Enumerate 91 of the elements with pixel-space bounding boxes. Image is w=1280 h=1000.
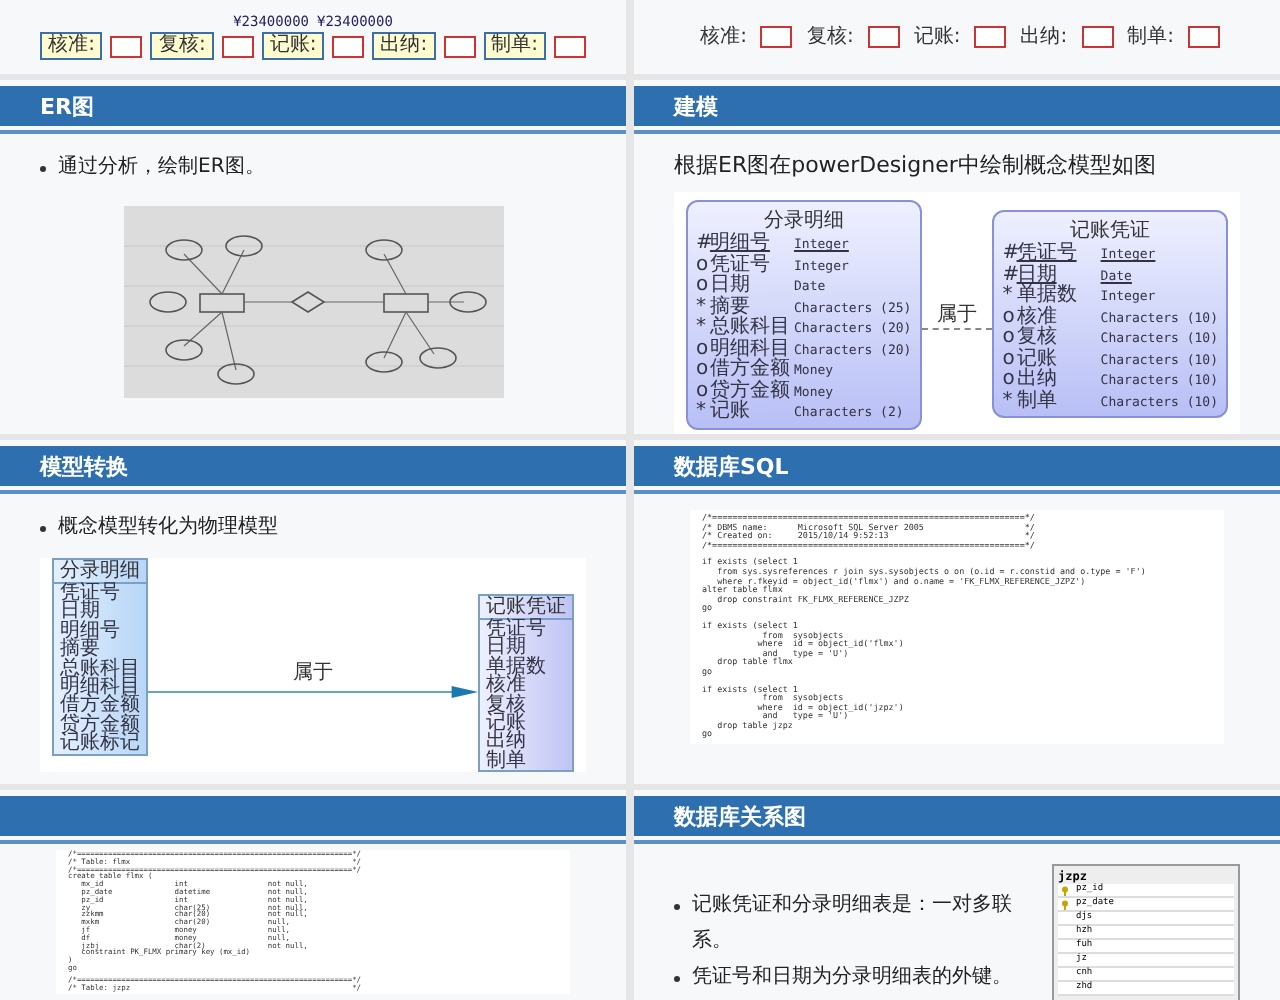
attribute-name: 总账科目 (710, 318, 792, 338)
stamp-icon (110, 35, 143, 57)
slide-text: 根据ER图在powerDesigner中绘制概念模型如图 (674, 150, 1158, 180)
column-name: 记账 (484, 714, 528, 733)
slide-title: 建模 (634, 86, 1280, 126)
attribute-name: 制单 (1016, 391, 1059, 413)
attribute-marker: o (1002, 370, 1017, 391)
bullet-icon (40, 166, 46, 172)
attribute-marker: * (1002, 391, 1015, 413)
attribute-name: 出纳 (1016, 370, 1059, 391)
signature-label: 核准: (698, 25, 749, 49)
attribute-name: 复核 (1016, 328, 1059, 349)
stamp-icon (974, 26, 1007, 48)
table-name: 记账凭证 (480, 596, 572, 620)
stamp-icon (867, 26, 900, 48)
attribute-marker: * (1002, 286, 1015, 308)
attribute-marker: o (696, 255, 710, 276)
attribute-marker: o (1002, 349, 1017, 371)
bullet-icon (674, 976, 680, 982)
column-name: 出纳 (484, 732, 528, 752)
bullet-icon (40, 526, 46, 532)
attribute-name: 日期 (710, 276, 752, 296)
stamp-icon (443, 35, 476, 57)
column-name: 摘要 (58, 640, 100, 660)
attribute-name: 单据数 (1016, 286, 1079, 307)
attribute-name: 凭证号 (1016, 244, 1079, 265)
attribute-marker: # (1002, 244, 1017, 265)
slide-title: ER图 (0, 86, 626, 126)
attribute-marker: * (696, 297, 708, 317)
stamp-icon (760, 26, 793, 48)
column-name: 记账标记 (58, 734, 142, 754)
column-name: 明细号 (58, 621, 122, 641)
attribute-marker: * (696, 402, 708, 423)
bullet-icon (674, 904, 680, 910)
attribute-marker: o (696, 339, 710, 360)
entity-name: 分录明细 (761, 208, 846, 232)
attribute-name: 日期 (1016, 265, 1057, 286)
signature-label: 制单: (483, 32, 546, 60)
relation-label: 属于 (937, 301, 977, 328)
attribute-marker: o (696, 276, 710, 297)
attribute-marker: o (1002, 307, 1017, 329)
stamp-icon (1187, 26, 1220, 48)
signature-label: 复核: (150, 32, 214, 60)
column-name: 单据数 (484, 657, 548, 677)
signature-label: 复核: (804, 25, 856, 49)
attribute-name: 摘要 (710, 297, 750, 317)
attribute-name: 明细号 (710, 234, 772, 254)
column-name: 制单 (484, 751, 528, 771)
signature-label: 核准: (40, 32, 103, 60)
attribute-marker: # (1002, 265, 1017, 286)
slide-title: 数据库关系图 (634, 796, 1280, 836)
signature-label: 记账: (261, 32, 325, 60)
attribute-name: 记账 (710, 402, 752, 423)
relation-label: 属于 (293, 660, 333, 686)
attribute-marker: * (696, 318, 708, 339)
signature-label: 出纳: (1018, 25, 1070, 49)
attribute-name: 记账 (1016, 349, 1059, 370)
attribute-marker: o (1002, 328, 1017, 350)
entity-name: 记账凭证 (1070, 217, 1153, 243)
column-name: 复核 (484, 695, 528, 715)
column-name: 日期 (58, 602, 100, 622)
attribute-name: 凭证号 (710, 255, 772, 275)
attribute-marker: # (696, 234, 710, 254)
attribute-name: 借方金额 (710, 360, 792, 380)
bullet-text: 记账凭证和分录明细表是：一对多联系。 (692, 891, 1014, 956)
column-name: 凭证号 (58, 584, 122, 603)
column-name: 贷方金额 (58, 715, 142, 735)
attribute-name: 贷方金额 (710, 381, 792, 401)
column-name: 明细科目 (58, 678, 142, 697)
slide-title: 数据库SQL (634, 446, 1280, 486)
table-name: 分录明细 (54, 560, 146, 584)
slide-title: 模型转换 (0, 446, 626, 486)
attribute-name: 核准 (1016, 307, 1059, 328)
column-name: 日期 (484, 638, 526, 658)
signature-label: 制单: (1125, 25, 1176, 49)
attribute-marker: o (696, 381, 710, 401)
bullet-text: 凭证号和日期为分录明细表的外键。 (692, 963, 1012, 992)
attribute-name: 明细科目 (710, 339, 792, 359)
stamp-icon (221, 35, 254, 57)
column-name: 核准 (484, 676, 526, 696)
stamp-icon (553, 35, 586, 57)
signature-label: 出纳: (372, 32, 436, 60)
stamp-icon (1081, 26, 1114, 48)
bullet-text: 概念模型转化为物理模型 (58, 513, 278, 542)
column-name: 总账科目 (58, 659, 142, 679)
stamp-icon (332, 35, 365, 57)
column-name: 借方金额 (58, 696, 142, 716)
bullet-text: 通过分析，绘制ER图。 (58, 153, 265, 182)
attribute-marker: o (696, 360, 710, 381)
signature-label: 记账: (911, 25, 963, 49)
column-name: 凭证号 (484, 620, 548, 639)
